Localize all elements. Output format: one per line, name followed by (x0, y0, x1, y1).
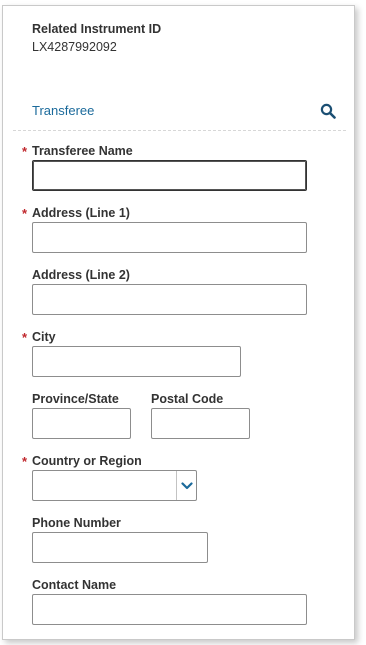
transferee-name-input[interactable] (32, 160, 307, 191)
phone-number-input[interactable] (32, 532, 208, 563)
province-state-label: Province/State (32, 392, 119, 406)
address-line1-label: Address (Line 1) (32, 206, 130, 220)
city-input[interactable] (32, 346, 241, 377)
province-state-input[interactable] (32, 408, 131, 439)
transferee-panel: Related Instrument ID LX4287992092 Trans… (2, 5, 355, 640)
transferee-search-button[interactable] (320, 103, 336, 119)
chevron-down-icon (180, 481, 193, 489)
postal-code-input[interactable] (151, 408, 250, 439)
country-region-select[interactable] (32, 470, 197, 501)
city-label: City (32, 330, 56, 344)
country-region-dropdown-button[interactable] (176, 471, 196, 500)
address-line2-input[interactable] (32, 284, 307, 315)
required-marker: * (22, 144, 28, 159)
address-line2-label: Address (Line 2) (32, 268, 130, 282)
search-icon (320, 103, 336, 119)
required-marker: * (22, 330, 28, 345)
section-divider (13, 130, 346, 131)
phone-number-label: Phone Number (32, 516, 121, 530)
related-instrument-id-value: LX4287992092 (32, 40, 117, 54)
contact-name-input[interactable] (32, 594, 307, 625)
required-marker: * (22, 206, 28, 221)
postal-code-label: Postal Code (151, 392, 224, 406)
country-region-label: Country or Region (32, 454, 142, 468)
section-title-transferee: Transferee (32, 103, 95, 118)
related-instrument-id-label: Related Instrument ID (32, 22, 162, 36)
address-line1-input[interactable] (32, 222, 307, 253)
contact-name-label: Contact Name (32, 578, 117, 592)
required-marker: * (22, 454, 28, 469)
transferee-name-label: Transferee Name (32, 144, 133, 158)
